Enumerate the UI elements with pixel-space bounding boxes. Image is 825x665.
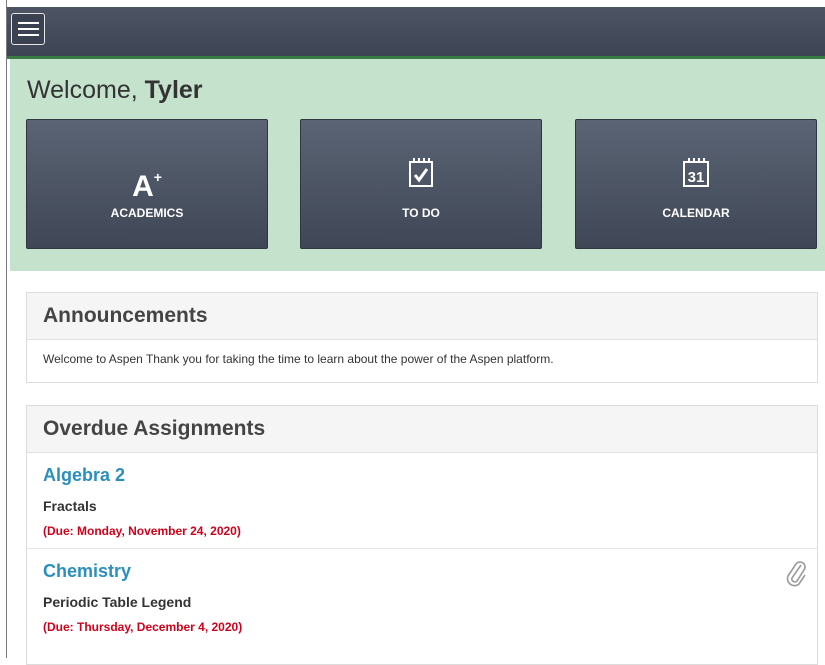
course-link[interactable]: Chemistry bbox=[43, 561, 801, 582]
welcome-greeting: Welcome, bbox=[27, 76, 138, 104]
assignment-title: Periodic Table Legend bbox=[43, 594, 192, 610]
due-date: (Due: Thursday, December 4, 2020) bbox=[43, 620, 243, 634]
welcome-banner: Welcome, Tyler A+ ACADEMICS TO DO 31 CAL… bbox=[10, 59, 825, 271]
a-plus-sign: + bbox=[153, 169, 162, 185]
welcome-heading: Welcome, Tyler bbox=[27, 76, 203, 105]
a-plus-letter: A bbox=[132, 170, 154, 203]
academics-label: ACADEMICS bbox=[110, 206, 184, 220]
hamburger-menu-icon[interactable] bbox=[11, 13, 45, 45]
due-date: (Due: Monday, November 24, 2020) bbox=[43, 524, 241, 538]
announcements-text: Welcome to Aspen Thank you for taking th… bbox=[43, 352, 554, 366]
overdue-assignments-panel: Overdue Assignments Algebra 2 Fractals (… bbox=[26, 405, 818, 665]
paperclip-icon[interactable] bbox=[785, 559, 807, 592]
calendar-label: CALENDAR bbox=[662, 206, 730, 220]
assignment-title: Fractals bbox=[43, 498, 97, 514]
checklist-calendar-icon bbox=[409, 156, 433, 193]
assignment-item: Chemistry Periodic Table Legend (Due: Th… bbox=[27, 549, 817, 644]
todo-label: TO DO bbox=[402, 206, 440, 220]
todo-tile[interactable]: TO DO bbox=[300, 119, 542, 249]
announcements-panel: Announcements Welcome to Aspen Thank you… bbox=[26, 292, 818, 383]
a-plus-icon: A+ bbox=[132, 162, 162, 202]
user-name: Tyler bbox=[144, 76, 203, 104]
window-border bbox=[6, 0, 7, 658]
overdue-assignments-title: Overdue Assignments bbox=[27, 406, 817, 453]
calendar-icon-number: 31 bbox=[688, 169, 705, 186]
calendar-icon: 31 bbox=[682, 156, 710, 193]
academics-tile[interactable]: A+ ACADEMICS bbox=[26, 119, 268, 249]
course-link[interactable]: Algebra 2 bbox=[43, 465, 801, 486]
assignment-item: Algebra 2 Fractals (Due: Monday, Novembe… bbox=[27, 453, 817, 549]
announcements-title: Announcements bbox=[27, 293, 817, 340]
calendar-tile[interactable]: 31 CALENDAR bbox=[575, 119, 817, 249]
top-navigation-bar bbox=[7, 7, 825, 59]
